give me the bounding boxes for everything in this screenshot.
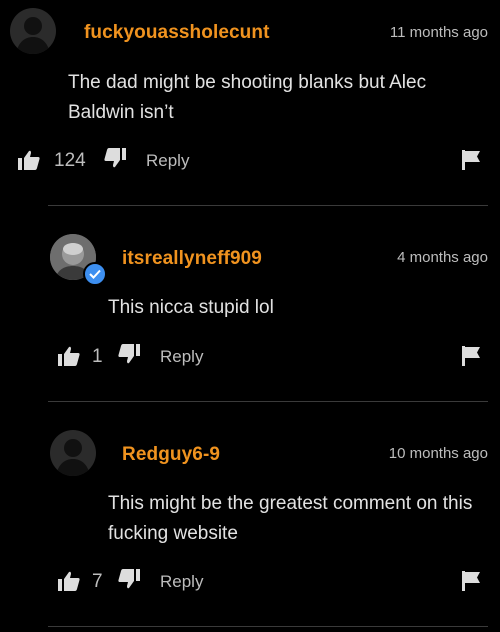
comment-text: The dad might be shooting blanks but Ale… xyxy=(68,72,427,123)
default-avatar-icon[interactable] xyxy=(50,430,96,476)
comment-timestamp: 4 months ago xyxy=(397,249,488,266)
divider xyxy=(48,205,488,206)
like-count: 1 xyxy=(92,346,103,367)
default-avatar-icon[interactable] xyxy=(10,8,56,54)
comment-actions: 1 Reply xyxy=(58,342,488,372)
comment-username[interactable]: itsreallyneff909 xyxy=(122,248,262,270)
flag-icon[interactable] xyxy=(462,346,482,371)
flag-icon[interactable] xyxy=(462,150,482,175)
comment-actions: 124 Reply xyxy=(18,146,488,176)
thumbs-down-icon[interactable] xyxy=(118,344,140,369)
comment-timestamp: 11 months ago xyxy=(389,24,488,41)
comment-text: This nicca stupid lol xyxy=(108,297,274,318)
comment-timestamp: 10 months ago xyxy=(388,445,488,462)
thumbs-up-icon[interactable] xyxy=(18,150,40,175)
verified-check-icon xyxy=(83,262,107,286)
comment-username[interactable]: Redguy6-9 xyxy=(122,444,220,466)
divider xyxy=(48,626,488,627)
flag-icon[interactable] xyxy=(462,571,482,596)
thumbs-down-icon[interactable] xyxy=(104,148,126,173)
comment-actions: 7 Reply xyxy=(58,567,488,597)
reply-button[interactable]: Reply xyxy=(160,347,203,367)
comment-username[interactable]: fuckyouassholecunt xyxy=(84,22,270,44)
like-count: 124 xyxy=(54,150,86,171)
divider xyxy=(48,401,488,402)
thumbs-down-icon[interactable] xyxy=(118,569,140,594)
reply-button[interactable]: Reply xyxy=(160,572,203,592)
like-count: 7 xyxy=(92,571,103,592)
comment-text: This might be the greatest comment on th… xyxy=(108,493,473,544)
reply-button[interactable]: Reply xyxy=(146,151,189,171)
thumbs-up-icon[interactable] xyxy=(58,346,80,371)
thumbs-up-icon[interactable] xyxy=(58,571,80,596)
